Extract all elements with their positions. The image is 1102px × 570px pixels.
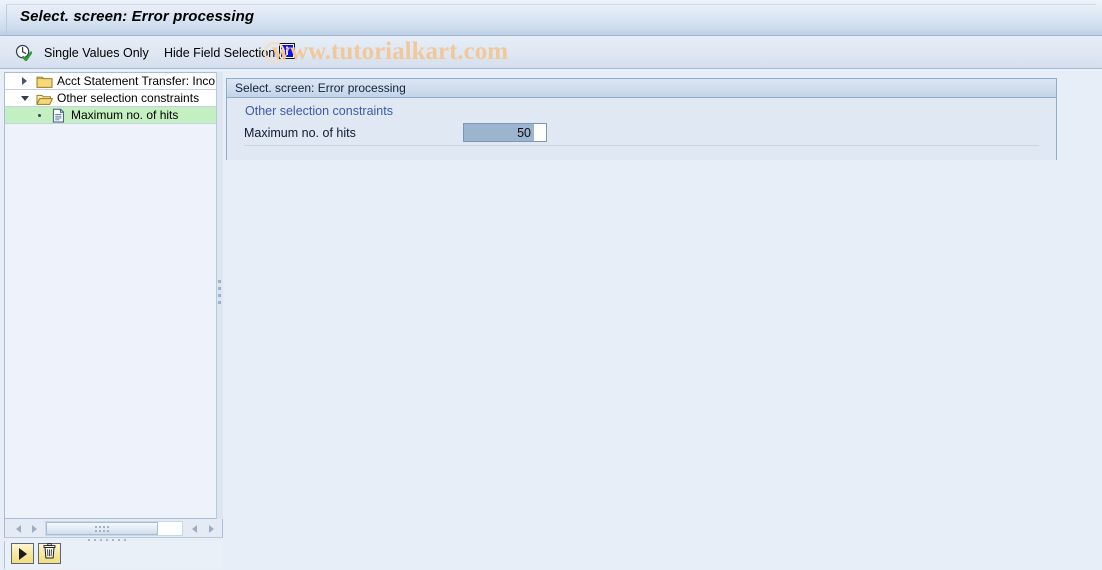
- tree-item-label: Other selection constraints: [57, 91, 200, 105]
- tree-leaf-bullet-icon: [38, 113, 41, 117]
- single-values-only-label: Single Values Only: [44, 45, 149, 60]
- tree-item-label: Maximum no. of hits: [71, 108, 179, 122]
- selection-tree-panel: Acct Statement Transfer: Inco Other sele…: [4, 72, 217, 519]
- tree-action-bar: [4, 541, 223, 569]
- selection-tree: Acct Statement Transfer: Inco Other sele…: [5, 73, 216, 124]
- trash-can-icon: [42, 543, 57, 564]
- tree-item-label: Acct Statement Transfer: Inco: [57, 74, 216, 88]
- scroll-page-right-icon[interactable]: [204, 522, 218, 535]
- tree-row-divider: [5, 123, 216, 124]
- selection-criteria-panel: Select. screen: Error processing Other s…: [226, 78, 1057, 160]
- scroll-page-left-icon[interactable]: [187, 522, 201, 535]
- clock-check-icon: [15, 44, 32, 62]
- panel-splitter[interactable]: [217, 72, 223, 519]
- chevron-down-icon[interactable]: [19, 93, 30, 104]
- tree-item-other-selection-constraints[interactable]: Other selection constraints: [5, 90, 216, 106]
- execute-button[interactable]: [11, 543, 34, 564]
- panel-body: Other selection constraints Maximum no. …: [227, 99, 1056, 160]
- folder-open-icon: [36, 91, 54, 106]
- scroll-left-icon[interactable]: [11, 522, 25, 535]
- max-hits-value: 50: [464, 124, 534, 141]
- application-toolbar: Single Values Only Hide Field Selection: [0, 36, 1102, 69]
- single-values-only-button[interactable]: Single Values Only: [38, 40, 155, 65]
- tree-horizontal-scrollbar[interactable]: [4, 519, 223, 538]
- scrollbar-track[interactable]: [45, 521, 183, 536]
- splitter-grip[interactable]: [218, 280, 222, 308]
- information-icon: [279, 43, 295, 62]
- window-title-bar: Select. screen: Error processing: [0, 0, 1102, 36]
- field-underline-divider: [244, 145, 1039, 146]
- document-icon: [50, 108, 67, 123]
- scrollbar-thumb-grip: [95, 526, 109, 533]
- scroll-right-icon[interactable]: [27, 522, 41, 535]
- panel-header-title: Select. screen: Error processing: [227, 79, 1056, 98]
- delete-button[interactable]: [38, 543, 61, 564]
- max-hits-input[interactable]: 50: [463, 123, 547, 142]
- window-title: Select. screen: Error processing: [20, 8, 255, 25]
- scrollbar-thumb[interactable]: [46, 522, 158, 535]
- chevron-right-icon[interactable]: [19, 76, 30, 87]
- tree-item-maximum-no-of-hits[interactable]: Maximum no. of hits: [5, 107, 216, 123]
- max-hits-label: Maximum no. of hits: [244, 126, 356, 140]
- clock-check-icon-button[interactable]: [10, 40, 36, 65]
- tree-item-acct-statement-transfer[interactable]: Acct Statement Transfer: Inco: [5, 73, 216, 89]
- sap-selection-screen-window: Select. screen: Error processing Single …: [0, 0, 1102, 570]
- group-title: Other selection constraints: [245, 104, 393, 118]
- folder-closed-icon: [36, 74, 53, 89]
- triangle-right-icon: [18, 547, 27, 560]
- hide-field-selection-label: Hide Field Selection: [164, 45, 276, 60]
- hide-field-selection-button[interactable]: Hide Field Selection: [158, 40, 281, 65]
- information-icon-button[interactable]: [274, 40, 300, 65]
